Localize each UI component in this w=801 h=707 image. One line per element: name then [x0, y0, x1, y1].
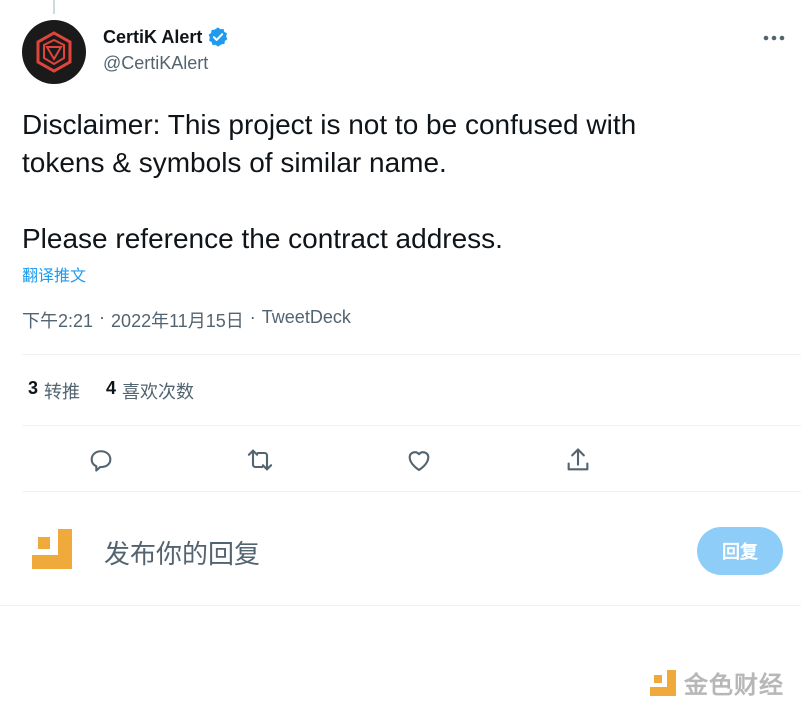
share-icon[interactable] — [562, 444, 594, 476]
tweet-date[interactable]: 2022年11月15日 — [111, 307, 244, 333]
retweet-count: 3 — [28, 378, 39, 398]
author-name[interactable]: CertiK Alert — [103, 27, 202, 48]
tweet-text: Disclaimer: This project is not to be co… — [22, 109, 637, 254]
meta-separator: · — [99, 307, 106, 327]
reply-button[interactable]: 回复 — [697, 527, 783, 575]
tweet-action-bar — [0, 444, 801, 476]
divider — [22, 491, 801, 492]
reply-composer: 发布你的回复 回复 — [0, 505, 801, 605]
certik-logo-icon — [36, 31, 72, 73]
more-options-icon[interactable] — [760, 24, 788, 52]
like-icon[interactable] — [403, 444, 435, 476]
retweet-count-label: 转推 — [44, 382, 81, 402]
meta-separator: · — [249, 307, 256, 327]
reply-icon[interactable] — [85, 444, 117, 476]
like-count: 4 — [106, 378, 117, 398]
watermark-logo-icon — [650, 669, 676, 696]
retweet-icon[interactable] — [244, 444, 276, 476]
divider — [0, 605, 801, 606]
watermark-text: 金色财经 — [684, 672, 784, 699]
like-count-label: 喜欢次数 — [122, 382, 195, 402]
author-avatar[interactable] — [22, 20, 86, 84]
translate-tweet-link[interactable]: 翻译推文 — [22, 262, 86, 286]
thread-connector-line — [53, 0, 55, 14]
divider — [22, 354, 801, 355]
tweet-metadata: 下午2:21 · 2022年11月15日 · TweetDeck — [22, 307, 351, 333]
author-handle[interactable]: @CertiKAlert — [103, 53, 208, 74]
verified-badge-icon — [207, 26, 229, 48]
tweet-source[interactable]: TweetDeck — [262, 307, 351, 333]
tweet-stats: 3 转推 4 喜欢次数 — [28, 378, 194, 404]
like-count-stat[interactable]: 4 喜欢次数 — [106, 378, 194, 404]
author-name-row: CertiK Alert — [103, 26, 229, 48]
user-avatar[interactable] — [30, 527, 74, 571]
reply-input[interactable]: 发布你的回复 — [104, 534, 260, 571]
retweet-count-stat[interactable]: 3 转推 — [28, 378, 80, 404]
watermark: 金色财经 — [648, 665, 784, 700]
tweet-time[interactable]: 下午2:21 — [22, 307, 93, 333]
divider — [22, 425, 801, 426]
